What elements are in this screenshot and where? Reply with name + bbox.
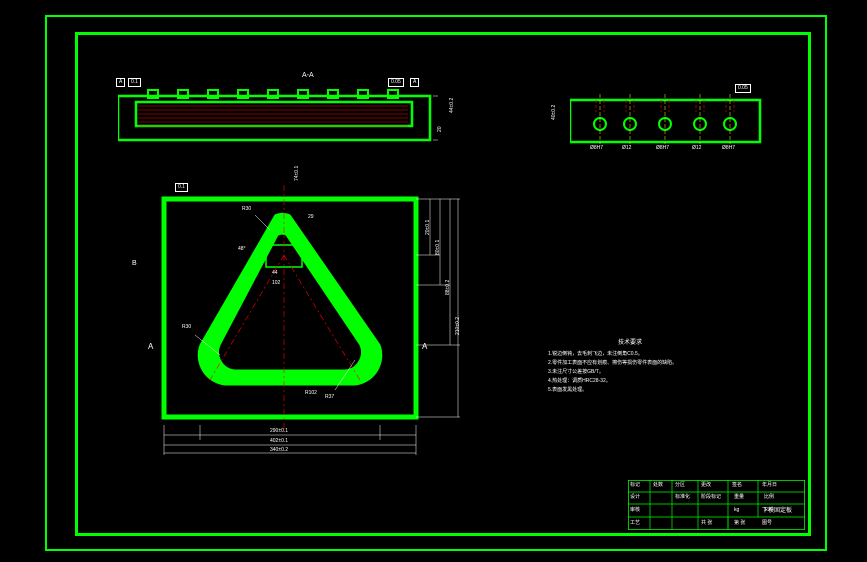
cad-canvas: A-A (0, 0, 867, 562)
datum-box-left-1: A (116, 78, 125, 87)
plan-rside2: 80±0.1 (436, 240, 441, 255)
datum-box-right-2: A (410, 78, 419, 87)
plan-angle1: 48° (238, 247, 246, 252)
tb-r4c5: 第 张 (734, 521, 745, 526)
plan-rside3: 88±0.2 (446, 280, 451, 295)
dim-side-height2: 20 (438, 126, 443, 132)
tb-r4c1: 工艺 (630, 521, 640, 526)
tb-r1c2: 处数 (653, 483, 663, 488)
tb-r1c1: 标记 (630, 483, 640, 488)
dim-right-h: 40±0.2 (552, 105, 557, 120)
plan-inner2: 102 (272, 281, 280, 286)
plan-dim-top2: 29 (308, 215, 314, 220)
plan-rside4: 210±0.2 (456, 317, 461, 335)
tb-r2c4: 阶段标记 (701, 495, 721, 500)
tb-r1c5: 签名 (732, 483, 742, 488)
datum-box-right-view: 0.05 (735, 84, 751, 93)
tb-part-no: 图号 (762, 521, 772, 526)
tb-r2c5: 重量 (734, 495, 744, 500)
ref-b: B (132, 260, 137, 267)
tb-r3c5: kg (734, 508, 739, 513)
plan-bottom3: 340±0.2 (270, 448, 288, 453)
notes-line3: 3.未注尺寸公差按GB/T。 (548, 370, 758, 375)
tb-r1c4: 更改 (701, 483, 711, 488)
tb-r1c3: 分区 (675, 483, 685, 488)
notes-line4: 4.热处理：调质HRC28-32。 (548, 379, 758, 384)
section-label: A-A (302, 72, 314, 79)
plan-datum-top: 0.1 (175, 183, 188, 192)
notes-line2: 2.零件加工表面不应有划痕、擦伤等损伤零件表面的缺陷。 (548, 361, 758, 366)
hole-dim-3: Ø8H7 (656, 146, 669, 151)
notes-block: 技术要求 1.锐边倒钝，去毛刺飞边，未注倒角C0.5。 2.零件加工表面不应有划… (548, 340, 758, 371)
section-mark-right: A (422, 343, 427, 351)
plan-r2: R102 (305, 391, 317, 396)
notes-title: 技术要求 (618, 340, 828, 346)
plan-view: 0.1 74±0.1 29 48° 44 102 R30 R102 R37 R3… (160, 195, 440, 445)
hole-dim-2: Ø12 (622, 146, 631, 151)
datum-box-left-2: 0.1 (128, 78, 141, 87)
plan-r1: R30 (182, 325, 191, 330)
tb-r3c1: 审核 (630, 508, 640, 513)
plan-rside1: 20±0.1 (426, 220, 431, 235)
plan-r3: R37 (325, 395, 334, 400)
tb-r4c4: 共 张 (701, 521, 712, 526)
tb-r2c6: 比例 (764, 495, 774, 500)
tb-r2c3: 标准化 (675, 495, 690, 500)
notes-line5: 5.表面发黑处理。 (548, 388, 758, 393)
hole-dim-4: Ø12 (692, 146, 701, 151)
dim-side-height1: 44±0.2 (450, 98, 455, 113)
hole-dim-1: Ø8H7 (590, 146, 603, 151)
hole-dim-5: Ø8H7 (722, 146, 735, 151)
tb-r1c6: 年月日 (762, 483, 777, 488)
side-view-right: 0.05 40±0.2 Ø8H7 Ø12 Ø8H7 Ø12 Ø8H7 (570, 94, 765, 144)
notes-line1: 1.锐边倒钝，去毛刺飞边，未注倒角C0.5。 (548, 352, 758, 357)
plan-bottom2: 402±0.1 (270, 439, 288, 444)
plan-dim-top1: 74±0.1 (295, 166, 300, 181)
plan-bottom1: 290±0.1 (270, 429, 288, 434)
section-mark-left: A (148, 343, 153, 351)
tb-part-name: 下模固定板 (762, 508, 792, 514)
side-view-left: A 0.1 0.05 A 44±0.2 20 (118, 88, 438, 146)
plan-r4: R30 (242, 207, 251, 212)
title-block: 标记 处数 分区 更改 签名 年月日 设计 标准化 阶段标记 重量 比例 审核 … (628, 480, 805, 530)
tb-r2c1: 设计 (630, 495, 640, 500)
datum-box-right-1: 0.05 (388, 78, 404, 87)
plan-inner1: 44 (272, 271, 278, 276)
